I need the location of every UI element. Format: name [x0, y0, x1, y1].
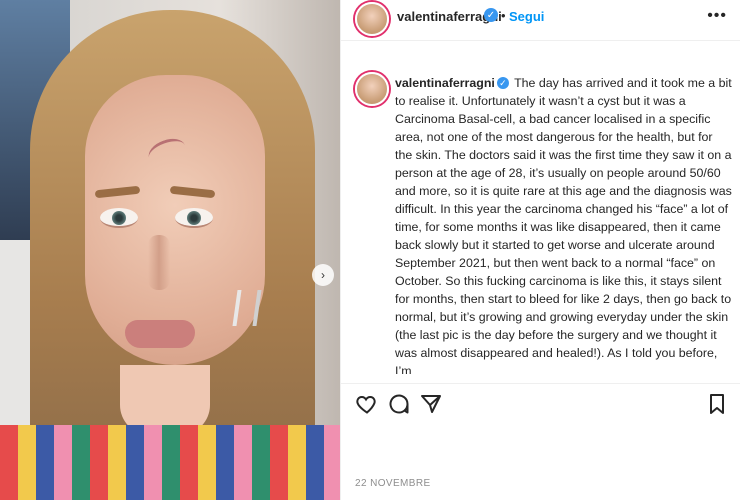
verified-badge-icon: ✓: [484, 8, 498, 22]
photo-earring: [232, 290, 262, 326]
post-header: valentinaferragni ✓ • Segui •••: [341, 0, 740, 41]
instagram-post-view: › valentinaferragni ✓ • Segui ••• valent…: [0, 0, 740, 500]
bookmark-icon[interactable]: [705, 392, 729, 416]
verified-badge-icon: ✓: [496, 76, 509, 89]
more-options-button[interactable]: •••: [707, 7, 727, 25]
post-date: 22 NOVEMBRE: [355, 478, 431, 489]
heart-icon[interactable]: [355, 392, 379, 416]
photo-lips: [125, 320, 195, 348]
caption-text: The day has arrived and it took me a bit…: [395, 76, 732, 374]
photo-eye-left: [100, 208, 138, 228]
post-sidebar: valentinaferragni ✓ • Segui ••• valentin…: [340, 0, 740, 500]
post-caption: valentinaferragni ✓ The day has arrived a…: [395, 74, 733, 374]
post-actions: [341, 392, 740, 426]
follow-button[interactable]: Segui: [509, 9, 544, 24]
section-divider: [341, 383, 740, 384]
paper-plane-icon[interactable]: [419, 392, 443, 416]
header-separator: •: [501, 8, 506, 23]
caption-username[interactable]: valentinaferragni: [395, 76, 495, 90]
photo-sweater: [0, 425, 340, 500]
avatar[interactable]: [355, 2, 389, 36]
chevron-right-icon[interactable]: ›: [312, 264, 334, 286]
photo-eye-right: [175, 208, 213, 228]
post-media[interactable]: ›: [0, 0, 340, 500]
caption-avatar[interactable]: [355, 72, 389, 106]
comment-icon[interactable]: [387, 392, 411, 416]
photo-nose: [148, 235, 170, 290]
